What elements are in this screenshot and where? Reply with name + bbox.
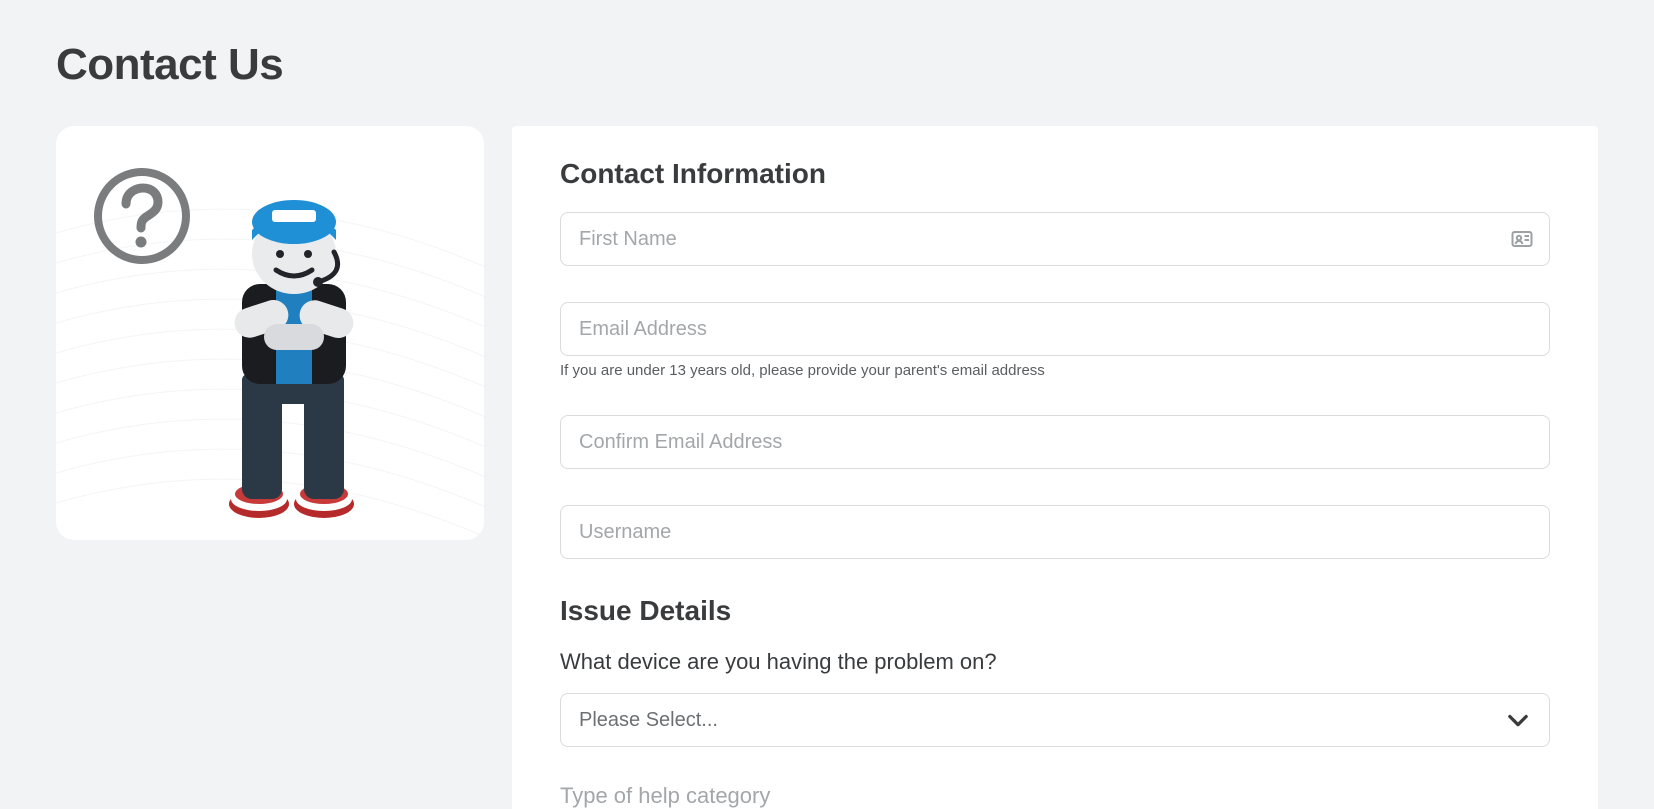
issue-details-heading: Issue Details [560, 595, 1550, 627]
help-illustration-card [56, 126, 484, 540]
email-field-wrap [560, 302, 1550, 356]
device-question-label: What device are you having the problem o… [560, 649, 1550, 675]
contact-card-icon [1510, 227, 1534, 251]
contact-info-heading: Contact Information [560, 158, 1550, 190]
device-select-wrap: Please Select... [560, 693, 1550, 747]
first-name-field-wrap [560, 212, 1550, 266]
page-title: Contact Us [56, 40, 1598, 90]
email-input[interactable] [560, 302, 1550, 356]
first-name-input[interactable] [560, 212, 1550, 266]
username-input[interactable] [560, 505, 1550, 559]
roblox-support-avatar [194, 174, 394, 524]
device-select-value: Please Select... [579, 709, 718, 732]
question-mark-icon [92, 166, 192, 266]
confirm-email-field-wrap [560, 415, 1550, 469]
username-field-wrap [560, 505, 1550, 559]
confirm-email-input[interactable] [560, 415, 1550, 469]
contact-form-card: Contact Information If you are under 13 … [512, 126, 1598, 809]
email-hint-text: If you are under 13 years old, please pr… [560, 362, 1550, 379]
help-category-label: Type of help category [560, 783, 1550, 809]
device-select[interactable]: Please Select... [560, 693, 1550, 747]
